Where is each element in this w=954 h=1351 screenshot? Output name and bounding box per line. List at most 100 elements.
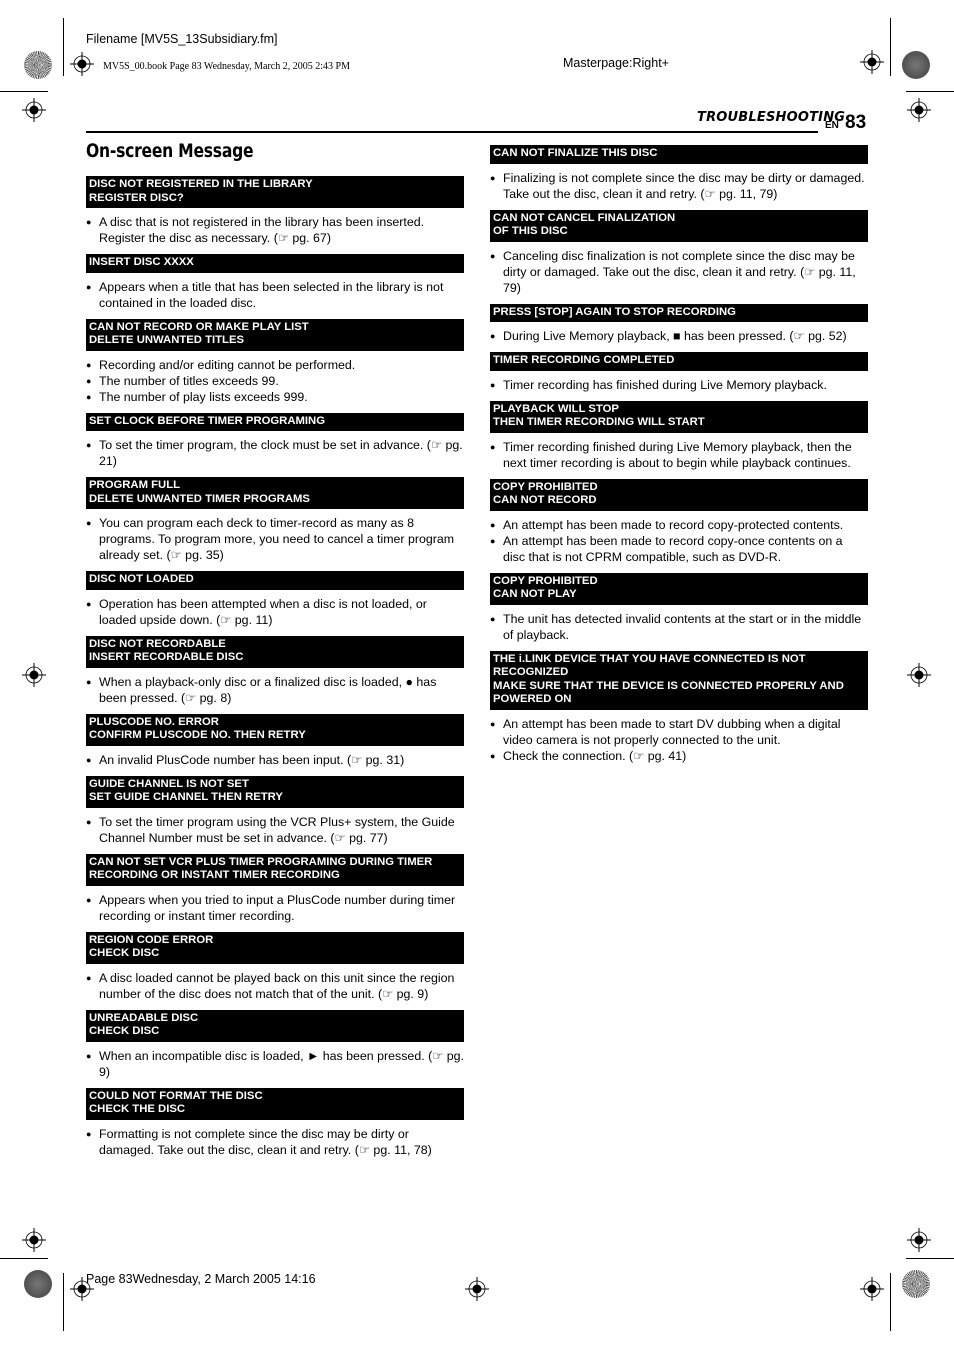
bullet-item: During Live Memory playback, ■ has been …: [490, 328, 868, 344]
bullet-item: To set the timer program, the clock must…: [86, 437, 464, 469]
message-bullets: You can program each deck to timer-recor…: [86, 515, 464, 563]
message-heading: CAN NOT SET VCR PLUS TIMER PROGRAMING DU…: [86, 853, 464, 886]
color-rosette-icon: [24, 51, 52, 79]
print-book-line: MV5S_00.book Page 83 Wednesday, March 2,…: [103, 61, 350, 72]
registration-mark-icon: [70, 52, 94, 76]
bullet-item: Recording and/or editing cannot be perfo…: [86, 357, 464, 373]
message-bullets: Appears when a title that has been selec…: [86, 279, 464, 311]
bullet-item: An invalid PlusCode number has been inpu…: [86, 752, 464, 768]
message-bullets: A disc that is not registered in the lib…: [86, 214, 464, 246]
crop-mark: [0, 1258, 48, 1259]
registration-mark-icon: [907, 1228, 931, 1252]
registration-mark-icon: [22, 98, 46, 122]
section-label: TROUBLESHOOTING: [697, 110, 846, 125]
gray-rosette-icon: [902, 51, 930, 79]
registration-mark-icon: [907, 663, 931, 687]
bullet-item: The number of play lists exceeds 999.: [86, 389, 464, 405]
page-title: On-screen Message: [86, 140, 254, 162]
message-bullets: When an incompatible disc is loaded, ► h…: [86, 1048, 464, 1080]
message-bullets: An attempt has been made to record copy-…: [490, 517, 868, 565]
bullet-item: When an incompatible disc is loaded, ► h…: [86, 1048, 464, 1080]
bullet-item: Check the connection. (☞ pg. 41): [490, 748, 868, 764]
bullet-item: Formatting is not complete since the dis…: [86, 1126, 464, 1158]
crop-mark: [906, 1258, 954, 1259]
registration-mark-icon: [465, 1277, 489, 1301]
message-heading: TIMER RECORDING COMPLETED: [490, 352, 868, 371]
bullet-item: The unit has detected invalid contents a…: [490, 611, 868, 643]
message-bullets: The unit has detected invalid contents a…: [490, 611, 868, 643]
message-heading: COPY PROHIBITED CAN NOT RECORD: [490, 478, 868, 511]
bullet-item: Canceling disc finalization is not compl…: [490, 248, 868, 296]
message-heading: CAN NOT RECORD OR MAKE PLAY LIST DELETE …: [86, 318, 464, 351]
message-heading: CAN NOT CANCEL FINALIZATION OF THIS DISC: [490, 209, 868, 242]
crop-mark: [63, 1273, 64, 1331]
message-heading: COULD NOT FORMAT THE DISC CHECK THE DISC: [86, 1087, 464, 1120]
right-column: CAN NOT FINALIZE THIS DISC Finalizing is …: [490, 145, 868, 772]
message-heading: DISC NOT RECORDABLE INSERT RECORDABLE DI…: [86, 635, 464, 668]
message-bullets: Operation has been attempted when a disc…: [86, 596, 464, 628]
message-heading: COPY PROHIBITED CAN NOT PLAY: [490, 572, 868, 605]
color-rosette-icon: [902, 1270, 930, 1298]
registration-mark-icon: [22, 663, 46, 687]
crop-mark: [890, 1273, 891, 1331]
language-code: EN: [825, 120, 839, 131]
bullet-item: Timer recording has finished during Live…: [490, 377, 868, 393]
message-bullets: Formatting is not complete since the dis…: [86, 1126, 464, 1158]
bullet-item: The number of titles exceeds 99.: [86, 373, 464, 389]
message-heading: GUIDE CHANNEL IS NOT SET SET GUIDE CHANN…: [86, 775, 464, 808]
message-heading: PLAYBACK WILL STOP THEN TIMER RECORDING …: [490, 400, 868, 433]
message-heading: CAN NOT FINALIZE THIS DISC: [490, 145, 868, 164]
bullet-item: A disc loaded cannot be played back on t…: [86, 970, 464, 1002]
crop-mark: [906, 91, 954, 92]
bullet-item: Appears when you tried to input a PlusCo…: [86, 892, 464, 924]
message-bullets: When a playback-only disc or a finalized…: [86, 674, 464, 706]
message-bullets: Timer recording finished during Live Mem…: [490, 439, 868, 471]
crop-mark: [63, 18, 64, 76]
message-heading: REGION CODE ERROR CHECK DISC: [86, 931, 464, 964]
registration-mark-icon: [22, 1228, 46, 1252]
crop-mark: [890, 18, 891, 76]
message-heading: THE i.LINK DEVICE THAT YOU HAVE CONNECTE…: [490, 650, 868, 710]
message-bullets: An invalid PlusCode number has been inpu…: [86, 752, 464, 768]
message-heading: PROGRAM FULL DELETE UNWANTED TIMER PROGR…: [86, 477, 464, 509]
bullet-item: A disc that is not registered in the lib…: [86, 214, 464, 246]
bullet-item: An attempt has been made to start DV dub…: [490, 716, 868, 748]
message-heading: DISC NOT REGISTERED IN THE LIBRARY REGIS…: [86, 176, 464, 208]
page-number: 83: [845, 112, 867, 133]
print-filename: Filename [MV5S_13Subsidiary.fm]: [86, 32, 278, 46]
message-heading: INSERT DISC XXXX: [86, 254, 464, 273]
bullet-item: When a playback-only disc or a finalized…: [86, 674, 464, 706]
crop-mark: [0, 91, 48, 92]
message-bullets: A disc loaded cannot be played back on t…: [86, 970, 464, 1002]
registration-mark-icon: [907, 98, 931, 122]
message-heading: SET CLOCK BEFORE TIMER PROGRAMING: [86, 412, 464, 431]
registration-mark-icon: [860, 50, 884, 74]
message-bullets: During Live Memory playback, ■ has been …: [490, 328, 868, 344]
message-bullets: To set the timer program, the clock must…: [86, 437, 464, 469]
bullet-item: You can program each deck to timer-recor…: [86, 515, 464, 563]
message-bullets: Timer recording has finished during Live…: [490, 377, 868, 393]
print-footer: Page 83Wednesday, 2 March 2005 14:16: [86, 1272, 316, 1286]
message-heading: DISC NOT LOADED: [86, 571, 464, 590]
message-bullets: An attempt has been made to start DV dub…: [490, 716, 868, 764]
gray-rosette-icon: [24, 1270, 52, 1298]
message-heading: UNREADABLE DISC CHECK DISC: [86, 1009, 464, 1042]
message-bullets: Recording and/or editing cannot be perfo…: [86, 357, 464, 405]
registration-mark-icon: [860, 1277, 884, 1301]
message-bullets: To set the timer program using the VCR P…: [86, 814, 464, 846]
bullet-item: Operation has been attempted when a disc…: [86, 596, 464, 628]
bullet-item: To set the timer program using the VCR P…: [86, 814, 464, 846]
header-rule: [86, 131, 818, 133]
bullet-item: Appears when a title that has been selec…: [86, 279, 464, 311]
bullet-item: An attempt has been made to record copy-…: [490, 517, 868, 533]
message-bullets: Canceling disc finalization is not compl…: [490, 248, 868, 296]
message-bullets: Appears when you tried to input a PlusCo…: [86, 892, 464, 924]
bullet-item: An attempt has been made to record copy-…: [490, 533, 868, 565]
bullet-item: Finalizing is not complete since the dis…: [490, 170, 868, 202]
left-column: DISC NOT REGISTERED IN THE LIBRARY REGIS…: [86, 176, 464, 1166]
message-heading: PRESS [STOP] AGAIN TO STOP RECORDING: [490, 303, 868, 322]
bullet-item: Timer recording finished during Live Mem…: [490, 439, 868, 471]
print-masterpage: Masterpage:Right+: [563, 56, 669, 70]
message-heading: PLUSCODE NO. ERROR CONFIRM PLUSCODE NO. …: [86, 713, 464, 746]
message-bullets: Finalizing is not complete since the dis…: [490, 170, 868, 202]
